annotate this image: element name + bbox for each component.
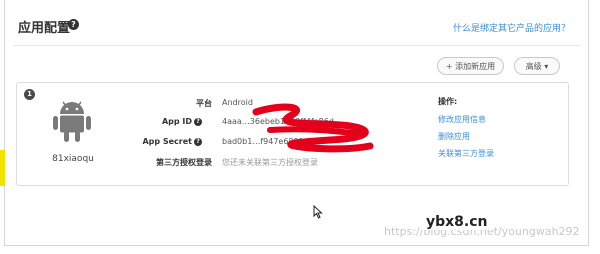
android-icon xyxy=(53,101,91,142)
third-party-login-label: 第三方授权登录 xyxy=(156,158,212,167)
site-logo: ybx8.cn xyxy=(422,214,492,230)
app-id-label: App ID? xyxy=(122,117,202,126)
panel-right-border xyxy=(588,0,589,246)
edit-app-link[interactable]: 修改应用信息 xyxy=(438,114,486,125)
add-app-button[interactable]: + 添加新应用 xyxy=(437,57,504,75)
page-title: 应用配置 xyxy=(18,21,71,36)
mouse-cursor-icon xyxy=(313,205,323,219)
help-link[interactable]: 什么是绑定其它产品的应用？ xyxy=(453,21,570,34)
panel-left-border xyxy=(4,0,5,246)
panel-bottom-border xyxy=(4,245,589,246)
question-icon[interactable]: ? xyxy=(194,117,202,126)
question-icon[interactable]: ? xyxy=(68,19,79,30)
selection-marker xyxy=(0,150,5,186)
app-name: 81xiaoqu xyxy=(52,154,94,164)
app-secret-label-text: App Secret xyxy=(142,137,192,146)
app-secret-label: App Secret? xyxy=(122,137,202,146)
link-third-party-login[interactable]: 关联第三方登录 xyxy=(438,148,494,159)
question-icon[interactable]: ? xyxy=(194,137,202,146)
divider xyxy=(14,45,580,46)
platform-value: Android xyxy=(222,98,253,107)
delete-app-link[interactable]: 删除应用 xyxy=(438,131,470,142)
advanced-dropdown-button[interactable]: 高级 ▾ xyxy=(514,57,560,75)
platform-label: 平台 xyxy=(196,99,212,108)
actions-title: 操作: xyxy=(438,97,458,106)
red-redaction-scribble xyxy=(252,103,374,153)
app-id-label-text: App ID xyxy=(161,117,192,126)
app-index-badge: 1 xyxy=(24,89,35,100)
